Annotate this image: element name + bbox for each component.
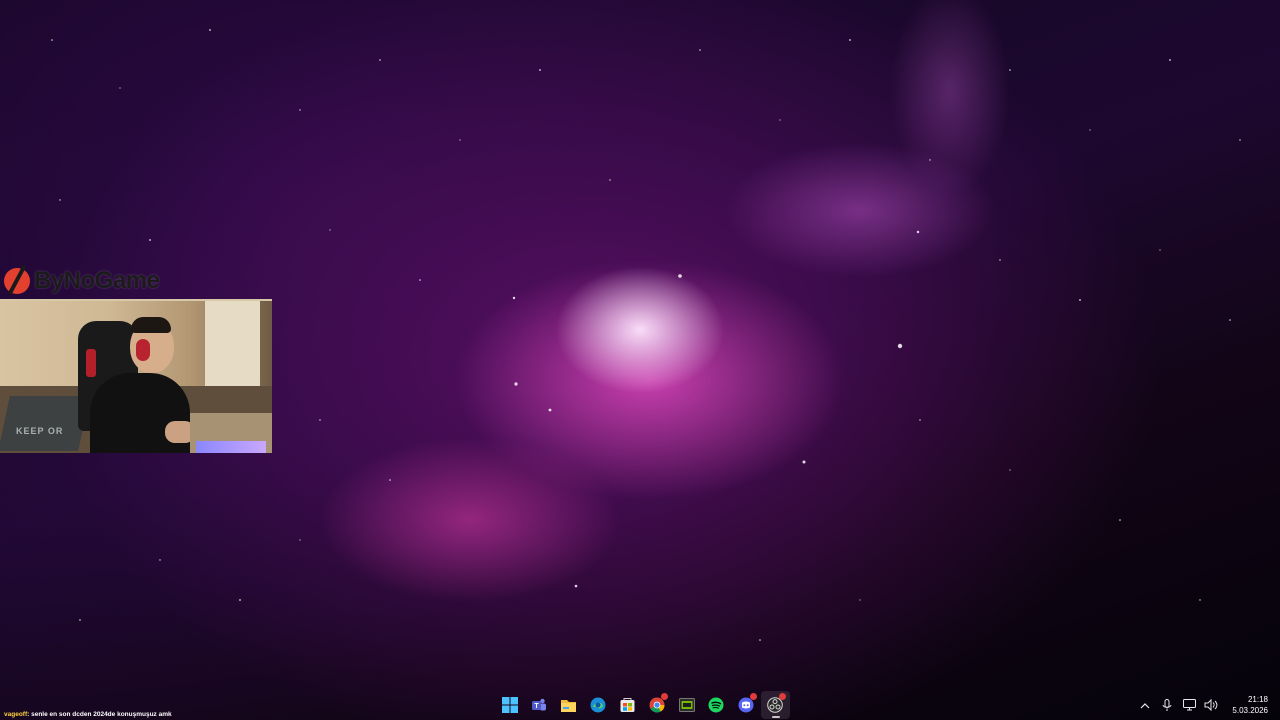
folder-icon [561,699,577,712]
clock-date: 5.03.2026 [1232,706,1268,715]
monitor-network-icon [1182,699,1196,711]
system-tray: 21:18 5.03.2026 [1138,690,1268,720]
gpu-icon [678,698,695,712]
microphone-button[interactable] [1160,698,1174,712]
brand-logo-icon [4,268,30,294]
streamer-logo: ByNoGame [4,264,160,298]
taskbar-spotify[interactable] [702,691,732,719]
store-icon [620,698,635,712]
brand-name: ByNoGame [34,267,160,294]
rug-text: KEEP OR [16,426,64,436]
taskbar-chrome[interactable] [643,691,673,719]
clock[interactable]: 21:18 5.03.2026 [1232,694,1268,716]
taskbar-edge[interactable] [584,691,614,719]
taskbar-apps: T [495,691,790,719]
network-button[interactable] [1182,698,1196,712]
chevron-up-icon [1140,702,1150,708]
edge-icon [590,697,606,713]
taskbar-obs[interactable] [760,691,790,719]
svg-text:T: T [535,703,540,710]
chrome-notification-badge [661,693,668,700]
discord-notification-badge [749,693,757,700]
speaker-icon [1204,699,1218,711]
headset-icon [136,339,150,361]
taskbar-teams[interactable]: T [525,691,555,719]
windows-logo-icon [501,697,518,713]
microphone-icon [1162,698,1172,711]
taskbar: T 21:18 5.03.2026 [0,690,1280,720]
teams-icon: T [532,698,547,711]
clock-time: 21:18 [1247,695,1268,704]
webcam-feed: KEEP OR [0,299,272,453]
start-button[interactable] [495,691,525,719]
obs-recording-badge [779,693,786,700]
volume-button[interactable] [1204,698,1218,712]
taskbar-nvidia[interactable] [672,691,702,719]
show-hidden-icons-button[interactable] [1138,698,1152,712]
taskbar-file-explorer[interactable] [554,691,584,719]
taskbar-store[interactable] [613,691,643,719]
taskbar-discord[interactable] [731,691,761,719]
spotify-icon [708,697,724,713]
